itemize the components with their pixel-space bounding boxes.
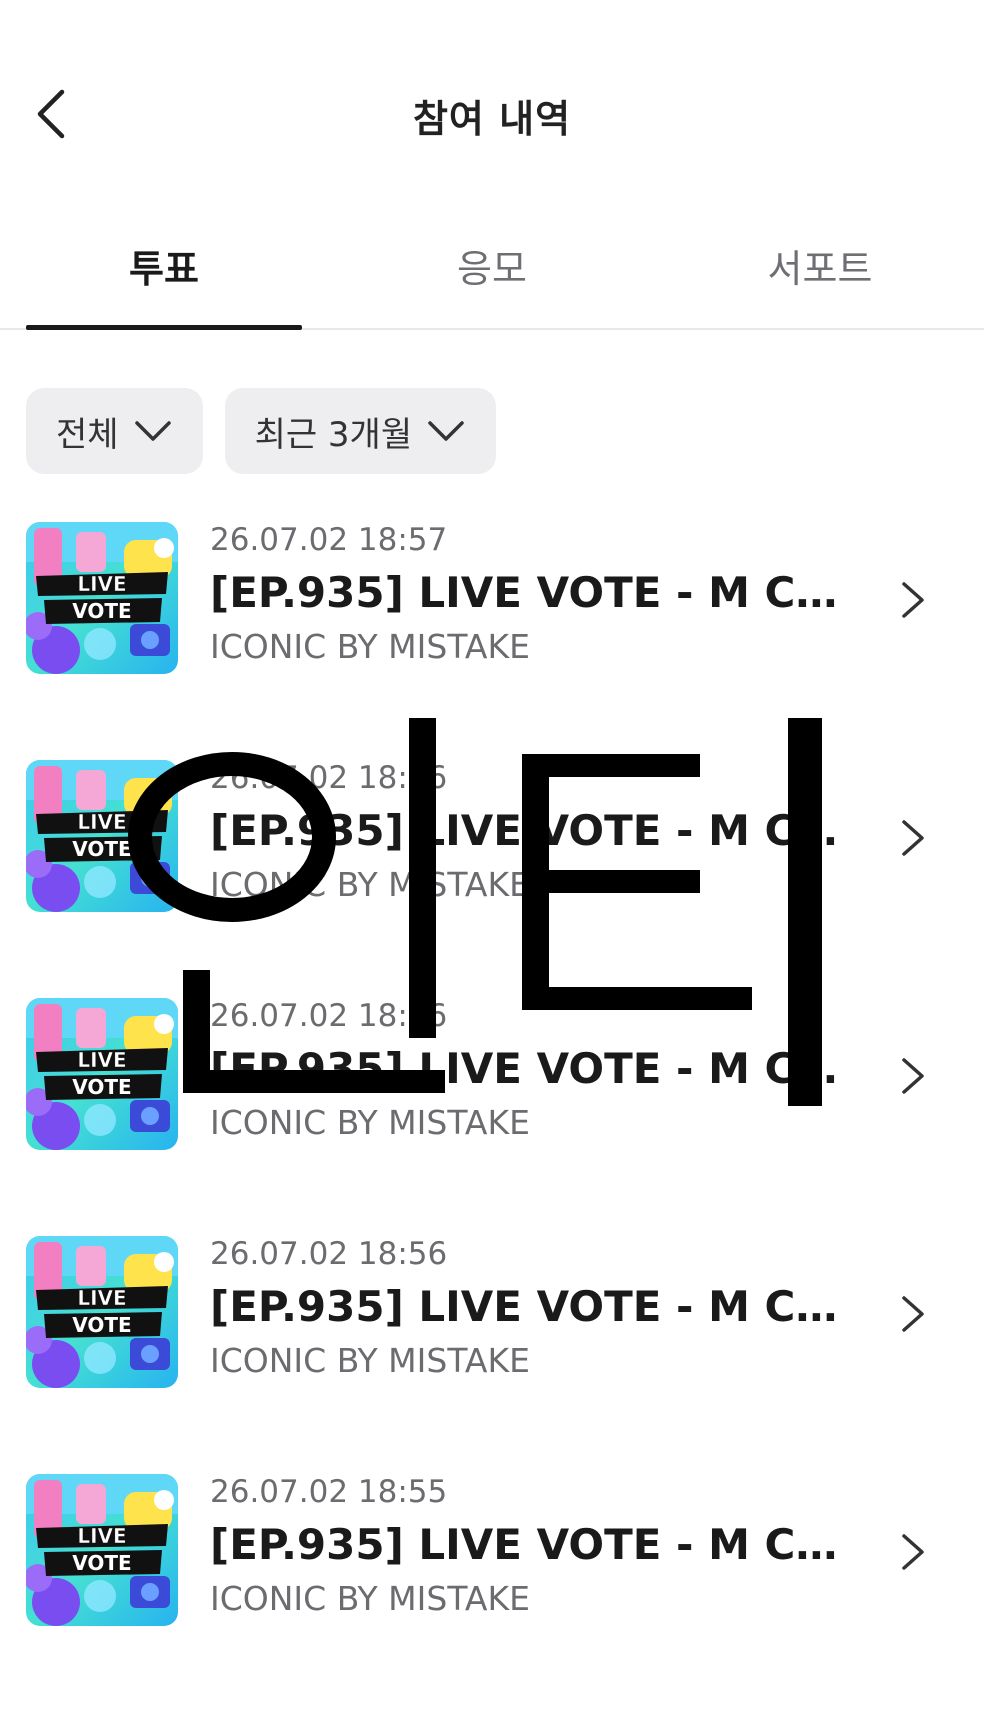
thumb-label-vote: VOTE [72, 1551, 131, 1575]
category-filter-dropdown[interactable]: 전체 [26, 388, 203, 474]
thumb-label-live: LIVE [77, 1524, 126, 1548]
participation-list: LIVE VOTE 26.07.02 18:57 [EP.935] LIVE V… [0, 522, 984, 1712]
item-title: [EP.935] LIVE VOTE - M COU... [210, 1282, 850, 1331]
thumb-label-live: LIVE [77, 1286, 126, 1310]
item-subtitle: ICONIC BY MISTAKE [210, 1341, 530, 1380]
thumb-label-vote: VOTE [72, 1075, 131, 1099]
period-filter-label: 최근 3개월 [254, 414, 413, 455]
period-filter-dropdown[interactable]: 최근 3개월 [224, 388, 497, 474]
list-item[interactable]: LIVE VOTE 26.07.02 18:55 [EP.935] LIVE V… [0, 1474, 984, 1712]
filter-bar: 전체 최근 3개월 [26, 388, 497, 474]
thumb-label-live: LIVE [77, 1048, 126, 1072]
list-item[interactable]: LIVE VOTE 26.07.02 18:57 [EP.935] LIVE V… [0, 522, 984, 760]
chevron-right-icon [902, 582, 924, 618]
chevron-right-icon [902, 820, 924, 856]
item-title: [EP.935] LIVE VOTE - M COU... [210, 1520, 850, 1569]
list-item[interactable]: LIVE VOTE 26.07.02 18:56 [EP.935] LIVE V… [0, 998, 984, 1236]
thumb-label-vote: VOTE [72, 837, 131, 861]
list-item[interactable]: LIVE VOTE 26.07.02 18:56 [EP.935] LIVE V… [0, 1236, 984, 1474]
item-subtitle: ICONIC BY MISTAKE [210, 627, 530, 666]
page-title: 참여 내역 [412, 97, 572, 141]
thumb-label-live: LIVE [77, 810, 126, 834]
tab-support[interactable]: 서포트 [656, 220, 984, 328]
event-thumbnail: LIVE VOTE [26, 998, 178, 1150]
event-thumbnail: LIVE VOTE [26, 522, 178, 674]
item-date: 26.07.02 18:56 [210, 1236, 448, 1272]
item-meta: 26.07.02 18:57 [EP.935] LIVE VOTE - M CO… [210, 522, 850, 666]
item-meta: 26.07.02 18:56 [EP.935] LIVE VOTE - M CO… [210, 998, 850, 1142]
app-header: 참여 내역 [0, 60, 984, 170]
chevron-down-icon [428, 421, 464, 441]
tab-bar: 투표 응모 서포트 [0, 220, 984, 330]
chevron-down-icon [134, 421, 171, 441]
item-meta: 26.07.02 18:56 [EP.935] LIVE VOTE - M CO… [210, 760, 850, 904]
item-date: 26.07.02 18:56 [210, 760, 448, 796]
item-title: [EP.935] LIVE VOTE - M COU... [210, 806, 850, 855]
thumb-label-live: LIVE [77, 572, 126, 596]
item-date: 26.07.02 18:55 [210, 1474, 448, 1510]
thumb-label-vote: VOTE [72, 1313, 131, 1337]
event-thumbnail: LIVE VOTE [26, 760, 178, 912]
item-date: 26.07.02 18:56 [210, 998, 448, 1034]
chevron-right-icon [902, 1296, 924, 1332]
list-item[interactable]: LIVE VOTE 26.07.02 18:56 [EP.935] LIVE V… [0, 760, 984, 998]
item-date: 26.07.02 18:57 [210, 522, 448, 558]
event-thumbnail: LIVE VOTE [26, 1474, 178, 1626]
item-subtitle: ICONIC BY MISTAKE [210, 1579, 530, 1618]
tab-entry[interactable]: 응모 [328, 220, 656, 328]
category-filter-label: 전체 [56, 414, 119, 455]
item-meta: 26.07.02 18:55 [EP.935] LIVE VOTE - M CO… [210, 1474, 850, 1618]
chevron-right-icon [902, 1058, 924, 1094]
item-subtitle: ICONIC BY MISTAKE [210, 865, 530, 904]
item-meta: 26.07.02 18:56 [EP.935] LIVE VOTE - M CO… [210, 1236, 850, 1380]
thumb-label-vote: VOTE [72, 599, 131, 623]
item-title: [EP.935] LIVE VOTE - M COU... [210, 568, 850, 617]
tab-vote[interactable]: 투표 [0, 220, 328, 330]
item-subtitle: ICONIC BY MISTAKE [210, 1103, 530, 1142]
chevron-right-icon [902, 1534, 924, 1570]
item-title: [EP.935] LIVE VOTE - M COU... [210, 1044, 850, 1093]
event-thumbnail: LIVE VOTE [26, 1236, 178, 1388]
